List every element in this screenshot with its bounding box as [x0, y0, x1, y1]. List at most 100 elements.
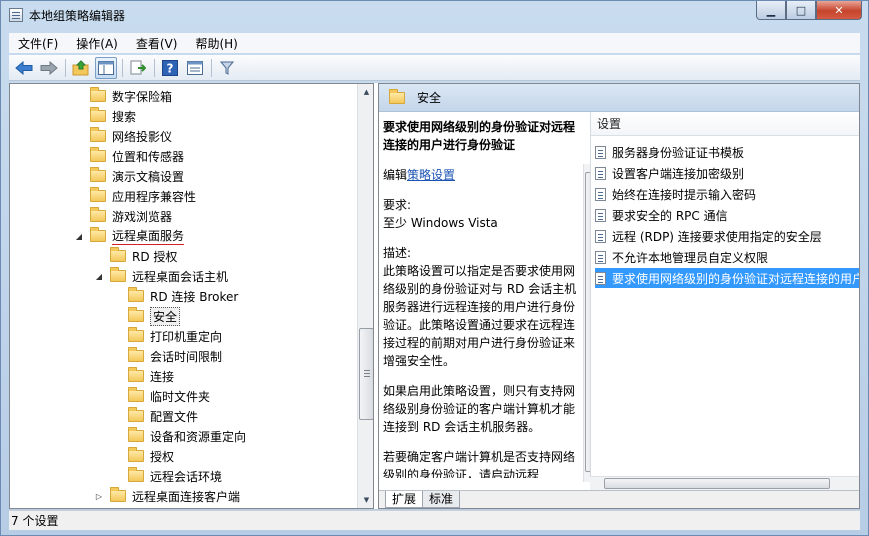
scroll-thumb[interactable]: [604, 478, 830, 489]
folder-icon: [90, 227, 106, 242]
scroll-thumb[interactable]: [359, 328, 373, 420]
tree-item[interactable]: 远程会话环境: [128, 466, 222, 486]
tree-item-label: 安全: [150, 306, 181, 326]
setting-row[interactable]: 始终在连接时提示输入密码: [595, 184, 859, 204]
tree-item-label: 授权: [150, 449, 175, 464]
folder-icon: [389, 88, 405, 104]
setting-row[interactable]: 要求安全的 RPC 通信: [595, 205, 859, 225]
tree-item[interactable]: 打印机重定向: [128, 326, 222, 346]
tree-item[interactable]: 会话时间限制: [128, 346, 222, 366]
tree-item-security[interactable]: 安全: [128, 306, 181, 326]
minimize-icon: ▁: [766, 3, 776, 17]
collapsed-arrow-icon[interactable]: ▷: [94, 492, 104, 501]
setting-row[interactable]: 服务器身份验证证书模板: [595, 142, 859, 162]
tree-item-label: 打印机重定向: [150, 329, 223, 344]
tree-scrollbar[interactable]: ▲ ▼: [357, 84, 373, 508]
tree-item[interactable]: 临时文件夹: [128, 386, 210, 406]
setting-row[interactable]: 设置客户端连接加密级别: [595, 163, 859, 183]
tree-item[interactable]: 游戏浏览器: [90, 206, 172, 226]
back-button[interactable]: [13, 57, 35, 79]
menu-file[interactable]: 文件(F): [9, 35, 67, 52]
tree-item[interactable]: 位置和传感器: [90, 146, 184, 166]
help-icon: ?: [162, 59, 178, 76]
tree-item-session-host[interactable]: ◢ 远程桌面会话主机: [94, 266, 228, 286]
forward-button[interactable]: [38, 57, 60, 79]
policy-description: 要求使用网络级别的身份验证对远程连接的用户进行身份验证 编辑策略设置 要求: 至少…: [383, 118, 581, 478]
menu-view[interactable]: 查看(V): [127, 35, 187, 52]
menu-bar: 文件(F) 操作(A) 查看(V) 帮助(H): [9, 33, 860, 53]
tree-item[interactable]: 演示文稿设置: [90, 166, 184, 186]
tree-item-label: 设备和资源重定向: [150, 429, 247, 444]
tree-item-label: 远程桌面服务: [112, 229, 185, 245]
open-folder-icon: [128, 307, 144, 322]
expanded-arrow-icon[interactable]: ◢: [94, 272, 104, 281]
tree-item[interactable]: 配置文件: [128, 406, 198, 426]
status-bar: 7 个设置: [9, 510, 860, 530]
filter-button[interactable]: [216, 57, 238, 79]
scroll-down-icon[interactable]: ▼: [359, 492, 373, 508]
close-button[interactable]: ✕: [816, 1, 862, 20]
folder-icon: [110, 247, 126, 262]
maximize-button[interactable]: □: [786, 1, 816, 20]
minimize-button[interactable]: ▁: [756, 1, 786, 20]
help-button[interactable]: ?: [159, 57, 181, 79]
scroll-up-icon[interactable]: ▲: [359, 84, 373, 100]
setting-label: 设置客户端连接加密级别: [612, 166, 745, 181]
description-label: 描述:: [383, 246, 412, 260]
tree-item-label: 数字保险箱: [112, 89, 173, 104]
tree-item-remote-desktop-services[interactable]: ◢ 远程桌面服务: [74, 226, 185, 246]
menu-action[interactable]: 操作(A): [67, 35, 127, 52]
tree-item[interactable]: 连接: [128, 366, 174, 386]
folder-icon: [128, 427, 144, 442]
setting-row[interactable]: 远程 (RDP) 连接要求使用指定的安全层: [595, 226, 859, 246]
tab-extended[interactable]: 扩展: [385, 491, 424, 508]
window-title: 本地组策略编辑器: [29, 9, 126, 23]
policy-setting-icon: [595, 250, 606, 264]
details-pane: 安全 要求使用网络级别的身份验证对远程连接的用户进行身份验证 编辑策略设置 要求…: [378, 83, 860, 509]
tree-item[interactable]: 应用程序兼容性: [90, 186, 196, 206]
tree-item[interactable]: 授权: [128, 446, 174, 466]
setting-label: 要求安全的 RPC 通信: [612, 208, 728, 223]
requirements-label: 要求:: [383, 198, 412, 212]
app-icon: [9, 8, 23, 22]
tree-item[interactable]: 设备和资源重定向: [128, 426, 246, 446]
tree-item[interactable]: 数字保险箱: [90, 86, 172, 106]
setting-label: 要求使用网络级别的身份验证对远程连接的用户: [612, 271, 860, 286]
description-body: 此策略设置可以指定是否要求使用网络级别的身份验证对与 RD 会话主机服务器进行远…: [383, 264, 577, 368]
tree-item-label: 演示文稿设置: [112, 169, 185, 184]
description: 描述: 此策略设置可以指定是否要求使用网络级别的身份验证对与 RD 会话主机服务器…: [383, 244, 581, 370]
setting-row-selected[interactable]: 要求使用网络级别的身份验证对远程连接的用户: [595, 268, 859, 288]
expanded-arrow-icon[interactable]: ◢: [74, 232, 84, 241]
tree-item[interactable]: 搜索: [90, 106, 136, 126]
settings-horizontal-scrollbar[interactable]: [590, 476, 859, 490]
up-folder-button[interactable]: [70, 57, 92, 79]
tree-item[interactable]: RD 授权: [110, 246, 177, 266]
folder-icon: [90, 187, 106, 202]
setting-row[interactable]: 不允许本地管理员自定义权限: [595, 247, 859, 267]
edit-prefix: 编辑: [383, 168, 408, 182]
folder-icon: [90, 87, 106, 102]
folder-icon: [128, 467, 144, 482]
edit-policy-link[interactable]: 策略设置: [407, 168, 455, 182]
export-list-button[interactable]: [127, 57, 149, 79]
tree-item-rd-client[interactable]: ▷ 远程桌面连接客户端: [94, 486, 240, 506]
policy-setting-icon: [595, 208, 606, 222]
tree-item-label: RD 授权: [132, 249, 178, 264]
tab-standard[interactable]: 标准: [422, 491, 461, 508]
settings-column-header[interactable]: 设置: [591, 112, 859, 136]
menu-help[interactable]: 帮助(H): [186, 35, 246, 52]
setting-label: 远程 (RDP) 连接要求使用指定的安全层: [612, 229, 822, 244]
tree-item-label: 远程桌面连接客户端: [132, 489, 241, 504]
svg-text:?: ?: [167, 61, 174, 75]
description-more: 如果启用此策略设置，则只有支持网络级别身份验证的客户端计算机才能连接到 RD 会…: [383, 384, 576, 434]
tree-item-label: 连接: [150, 369, 175, 384]
tree-item[interactable]: RD 连接 Broker: [128, 286, 238, 306]
tree-item-label: RD 连接 Broker: [150, 289, 239, 304]
tree-item[interactable]: 网络投影仪: [90, 126, 172, 146]
filter-icon: [220, 61, 234, 75]
policy-setting-icon: [595, 187, 606, 201]
folder-icon: [90, 107, 106, 122]
show-hide-tree-button[interactable]: [95, 56, 117, 79]
tree-item-label: 搜索: [112, 109, 137, 124]
properties-button[interactable]: [184, 57, 206, 79]
